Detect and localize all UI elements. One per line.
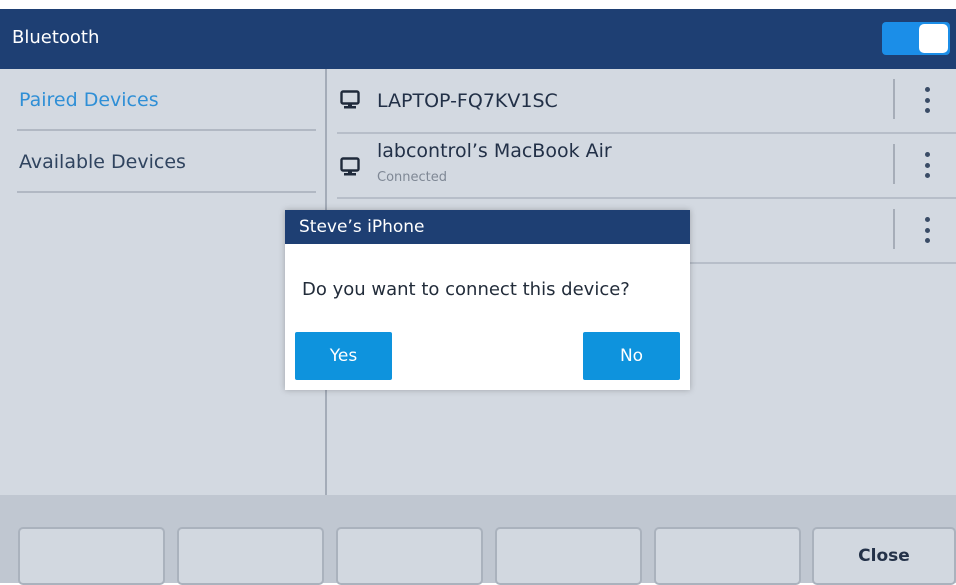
softkey-bar: Close: [0, 495, 956, 585]
row-separator: [893, 79, 895, 119]
device-row[interactable]: labcontrol’s MacBook Air Connected: [337, 134, 956, 199]
sidebar-item-label: Available Devices: [19, 151, 186, 173]
softkey-1[interactable]: [18, 527, 165, 585]
softkey-2[interactable]: [177, 527, 324, 585]
bluetooth-toggle[interactable]: [882, 22, 950, 55]
row-separator: [893, 144, 895, 184]
softkey-3[interactable]: [336, 527, 483, 585]
more-options-icon[interactable]: [917, 217, 937, 243]
sidebar: Paired Devices Available Devices: [0, 69, 326, 495]
sidebar-item-label: Paired Devices: [19, 89, 159, 111]
yes-button[interactable]: Yes: [295, 332, 392, 380]
dialog-header: Steve’s iPhone: [285, 210, 690, 244]
toggle-knob: [919, 24, 948, 53]
sidebar-item-paired-devices[interactable]: Paired Devices: [17, 69, 316, 131]
page-title: Bluetooth: [12, 27, 100, 48]
dialog-title: Steve’s iPhone: [299, 217, 425, 237]
row-separator: [893, 209, 895, 249]
softkey-4[interactable]: [495, 527, 642, 585]
softkey-5[interactable]: [654, 527, 801, 585]
device-name: labcontrol’s MacBook Air: [377, 140, 612, 162]
no-button[interactable]: No: [583, 332, 680, 380]
close-button[interactable]: Close: [812, 527, 956, 585]
more-options-icon[interactable]: [917, 87, 937, 113]
device-row[interactable]: LAPTOP-FQ7KV1SC: [337, 69, 956, 134]
device-status: Connected: [377, 170, 448, 185]
connect-dialog: Steve’s iPhone Do you want to connect th…: [285, 210, 690, 390]
dialog-message: Do you want to connect this device?: [302, 279, 630, 300]
device-name: LAPTOP-FQ7KV1SC: [377, 90, 558, 112]
title-bar: Bluetooth: [0, 9, 956, 69]
computer-icon: [340, 90, 360, 110]
more-options-icon[interactable]: [917, 152, 937, 178]
computer-icon: [340, 157, 360, 177]
sidebar-item-available-devices[interactable]: Available Devices: [17, 131, 316, 193]
